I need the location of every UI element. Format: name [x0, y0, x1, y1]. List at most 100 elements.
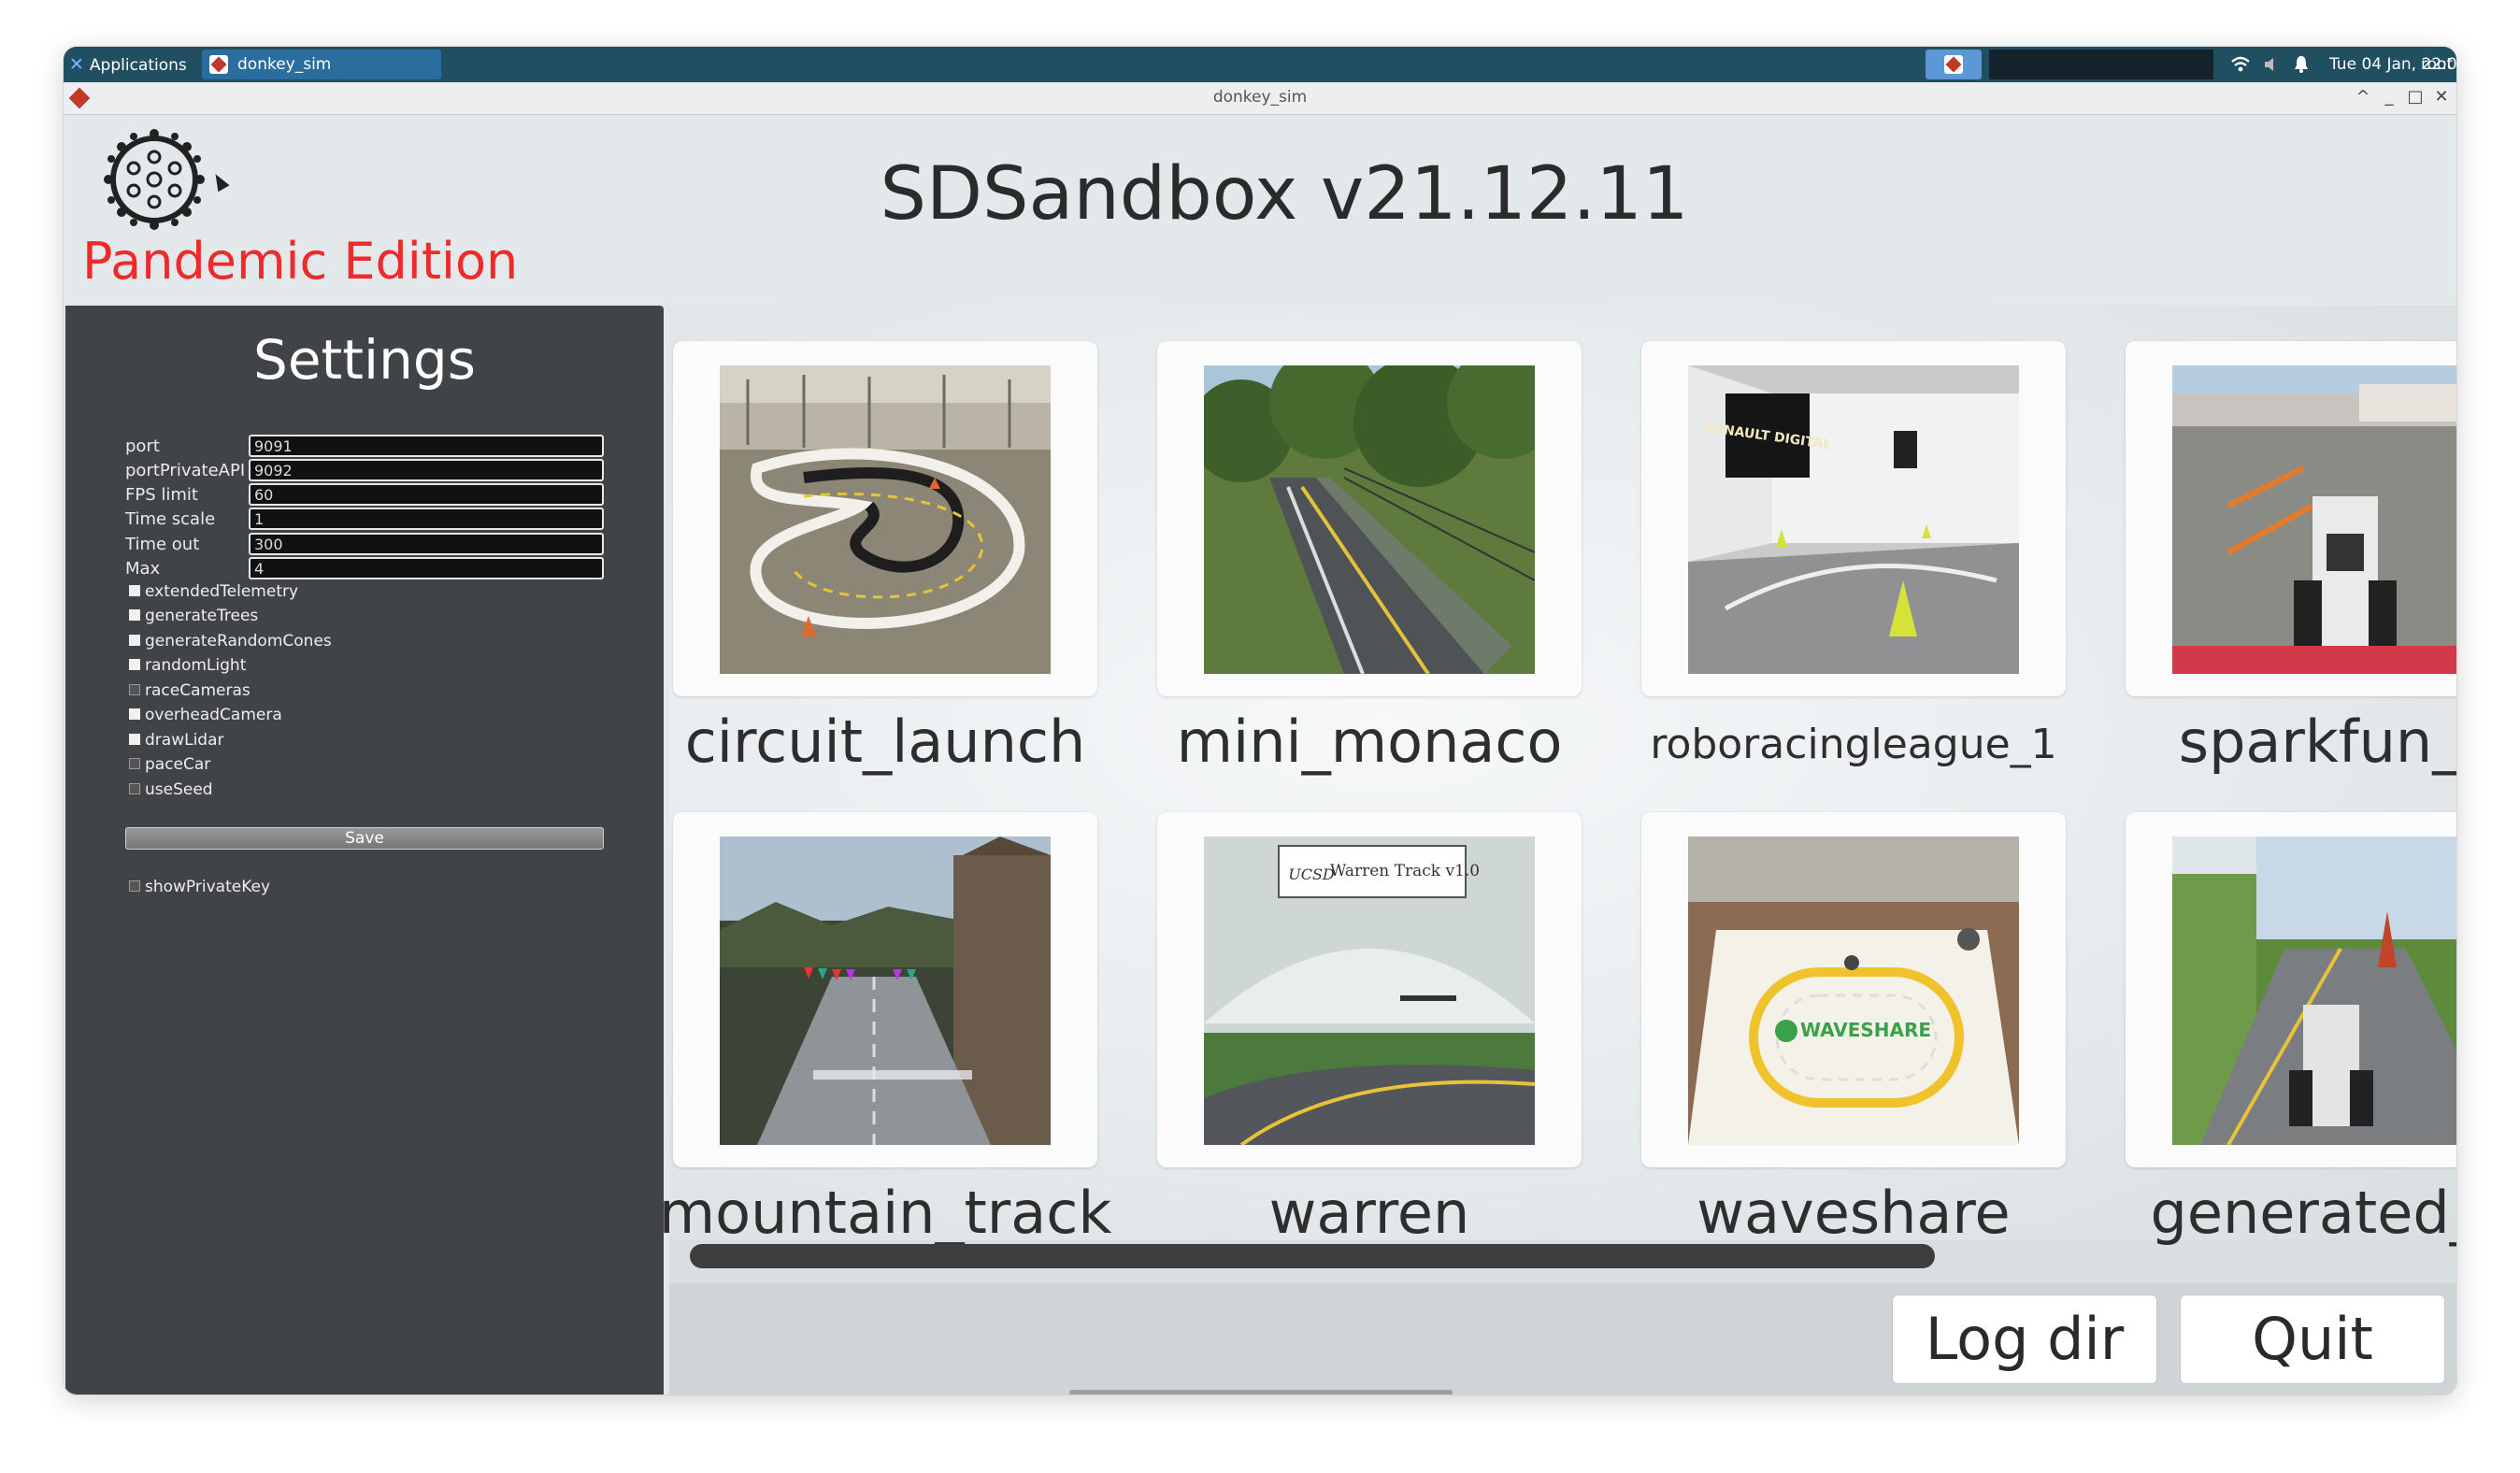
- checkbox-box[interactable]: [129, 708, 140, 720]
- window-minimize-button[interactable]: _: [2376, 84, 2402, 110]
- checkbox-box[interactable]: [129, 635, 140, 646]
- sim-menu: Pandemic Edition SDSandbox v21.12.11 Set…: [64, 115, 2456, 1394]
- user-menu[interactable]: root: [2421, 47, 2453, 82]
- xfce-icon: ✕: [69, 54, 84, 75]
- time-scale-label: Time scale: [125, 509, 216, 529]
- donkey-sim-icon: [209, 55, 228, 74]
- checkbox-overhead-camera[interactable]: overheadCamera: [129, 706, 282, 724]
- fps-limit-input[interactable]: [249, 483, 604, 506]
- window-maximize-button[interactable]: □: [2402, 84, 2428, 110]
- time-out-input[interactable]: [249, 533, 604, 555]
- window-close-button[interactable]: ✕: [2428, 84, 2455, 110]
- checkbox-extended-telemetry[interactable]: extendedTelemetry: [129, 582, 298, 601]
- checkbox-race-cameras[interactable]: raceCameras: [129, 681, 251, 700]
- checkbox-box[interactable]: [129, 585, 140, 596]
- desktop-panel: ✕ Applications donkey_sim Tue 04 Jan, 22:…: [64, 47, 2456, 82]
- track-label: circuit_launch: [684, 708, 1086, 776]
- checkbox-random-light[interactable]: randomLight: [129, 656, 246, 675]
- tray-app-button[interactable]: [1926, 50, 1982, 79]
- max-label: Max: [125, 559, 161, 579]
- checkbox-label: raceCameras: [145, 681, 251, 700]
- window-shade-button[interactable]: ^: [2350, 84, 2376, 110]
- time-scale-input[interactable]: [249, 508, 604, 530]
- track-label: roboracingleague_1: [1650, 721, 2057, 768]
- settings-title: Settings: [253, 328, 476, 392]
- notification-bell-icon[interactable]: [2292, 47, 2311, 82]
- checkbox-draw-lidar[interactable]: drawLidar: [129, 731, 224, 750]
- window-title: donkey_sim: [1212, 88, 1308, 107]
- track-thumbnail: [1204, 365, 1535, 674]
- time-out-label: Time out: [125, 535, 200, 554]
- fps-limit-label: FPS limit: [125, 485, 198, 505]
- checkbox-show-private-key[interactable]: showPrivateKey: [129, 878, 270, 896]
- checkbox-pace-car[interactable]: paceCar: [129, 755, 210, 774]
- checkbox-label: extendedTelemetry: [145, 582, 299, 601]
- checkbox-label: overheadCamera: [145, 706, 282, 724]
- port-input[interactable]: [249, 435, 604, 457]
- applications-menu[interactable]: ✕ Applications: [69, 47, 187, 82]
- track-thumbnail: WAVESHARE: [1688, 837, 2019, 1145]
- checkbox-box[interactable]: [129, 783, 140, 794]
- track-card-warren[interactable]: UCSD Warren Track v1.0 warren: [1157, 812, 1582, 1247]
- track-grid: circuit_launch mini_monaco RENAULT DIGIT…: [659, 306, 2456, 1394]
- checkbox-use-seed[interactable]: useSeed: [129, 780, 213, 799]
- track-thumbnail: RENAULT DIGITAL: [1688, 365, 2019, 674]
- applications-label: Applications: [89, 56, 187, 75]
- track-label: warren: [1268, 1179, 1470, 1247]
- checkbox-label: generateRandomCones: [145, 632, 332, 651]
- checkbox-label: randomLight: [145, 656, 247, 675]
- checkbox-box[interactable]: [129, 734, 140, 745]
- app-title: SDSandbox v21.12.11: [880, 152, 1689, 236]
- donkey-sim-tray-icon: [1944, 55, 1963, 74]
- track-card-circuit-launch[interactable]: circuit_launch: [673, 341, 1097, 776]
- checkbox-box[interactable]: [129, 880, 140, 892]
- wifi-icon[interactable]: [2230, 47, 2251, 82]
- track-label: mountain_track: [658, 1179, 1112, 1247]
- track-thumbnail: [2172, 365, 2456, 674]
- checkbox-box[interactable]: [129, 684, 140, 695]
- checkbox-label: drawLidar: [145, 731, 224, 750]
- checkbox-label: useSeed: [145, 780, 213, 799]
- track-card-roboracingleague-1[interactable]: RENAULT DIGITAL roboracingleague_1: [1641, 341, 2066, 768]
- horizontal-scrollbar-thumb[interactable]: [690, 1244, 1935, 1268]
- ucsd-logo-text: UCSD: [1288, 865, 1335, 883]
- app-window: ✕ Applications donkey_sim Tue 04 Jan, 22:…: [64, 47, 2456, 1394]
- settings-panel: Settings port portPrivateAPI FPS limit T…: [65, 306, 664, 1394]
- log-dir-button[interactable]: Log dir: [1892, 1294, 2157, 1384]
- track-thumbnail: [720, 837, 1051, 1145]
- edition-label: Pandemic Edition: [82, 232, 519, 291]
- warren-sign-text: Warren Track v1.0: [1330, 862, 1480, 880]
- track-label: sparkfun_a: [2178, 708, 2456, 776]
- save-button[interactable]: Save: [125, 827, 604, 850]
- track-label: mini_monaco: [1176, 708, 1563, 776]
- track-label: generated_tr: [2150, 1179, 2456, 1247]
- checkbox-generate-trees[interactable]: generateTrees: [129, 607, 258, 625]
- port-label: port: [125, 436, 160, 456]
- port-private-api-label: portPrivateAPI: [125, 461, 246, 480]
- checkbox-box[interactable]: [129, 758, 140, 769]
- checkbox-label: showPrivateKey: [145, 878, 271, 896]
- checkbox-label: generateTrees: [145, 607, 259, 625]
- track-card-mini-monaco[interactable]: mini_monaco: [1157, 341, 1582, 776]
- scroll-indicator: [1069, 1390, 1453, 1394]
- track-thumbnail: [2172, 837, 2456, 1145]
- track-card-waveshare[interactable]: WAVESHARE waveshare: [1641, 812, 2066, 1247]
- track-card-sparkfun-avc[interactable]: sparkfun_a: [2126, 341, 2456, 776]
- track-card-mountain-track[interactable]: mountain_track: [659, 812, 1111, 1247]
- checkbox-box[interactable]: [129, 609, 140, 621]
- workspace-switcher[interactable]: [1989, 50, 2213, 79]
- track-thumbnail: [720, 365, 1051, 674]
- quit-button[interactable]: Quit: [2180, 1294, 2445, 1384]
- checkbox-generate-random-cones[interactable]: generateRandomCones: [129, 632, 332, 651]
- checkbox-box[interactable]: [129, 659, 140, 670]
- track-thumbnail: UCSD Warren Track v1.0: [1204, 837, 1535, 1145]
- track-card-generated-track[interactable]: generated_tr: [2126, 812, 2456, 1247]
- port-private-api-input[interactable]: [249, 459, 604, 481]
- window-titlebar: donkey_sim ^ _ □ ✕: [64, 82, 2456, 115]
- waveshare-logo-text: WAVESHARE: [1800, 1019, 1931, 1041]
- checkbox-label: paceCar: [145, 755, 211, 774]
- max-input[interactable]: [249, 557, 604, 579]
- volume-icon[interactable]: [2262, 47, 2281, 82]
- taskbar-item-donkey-sim[interactable]: donkey_sim: [202, 50, 441, 79]
- track-label: waveshare: [1697, 1179, 2011, 1247]
